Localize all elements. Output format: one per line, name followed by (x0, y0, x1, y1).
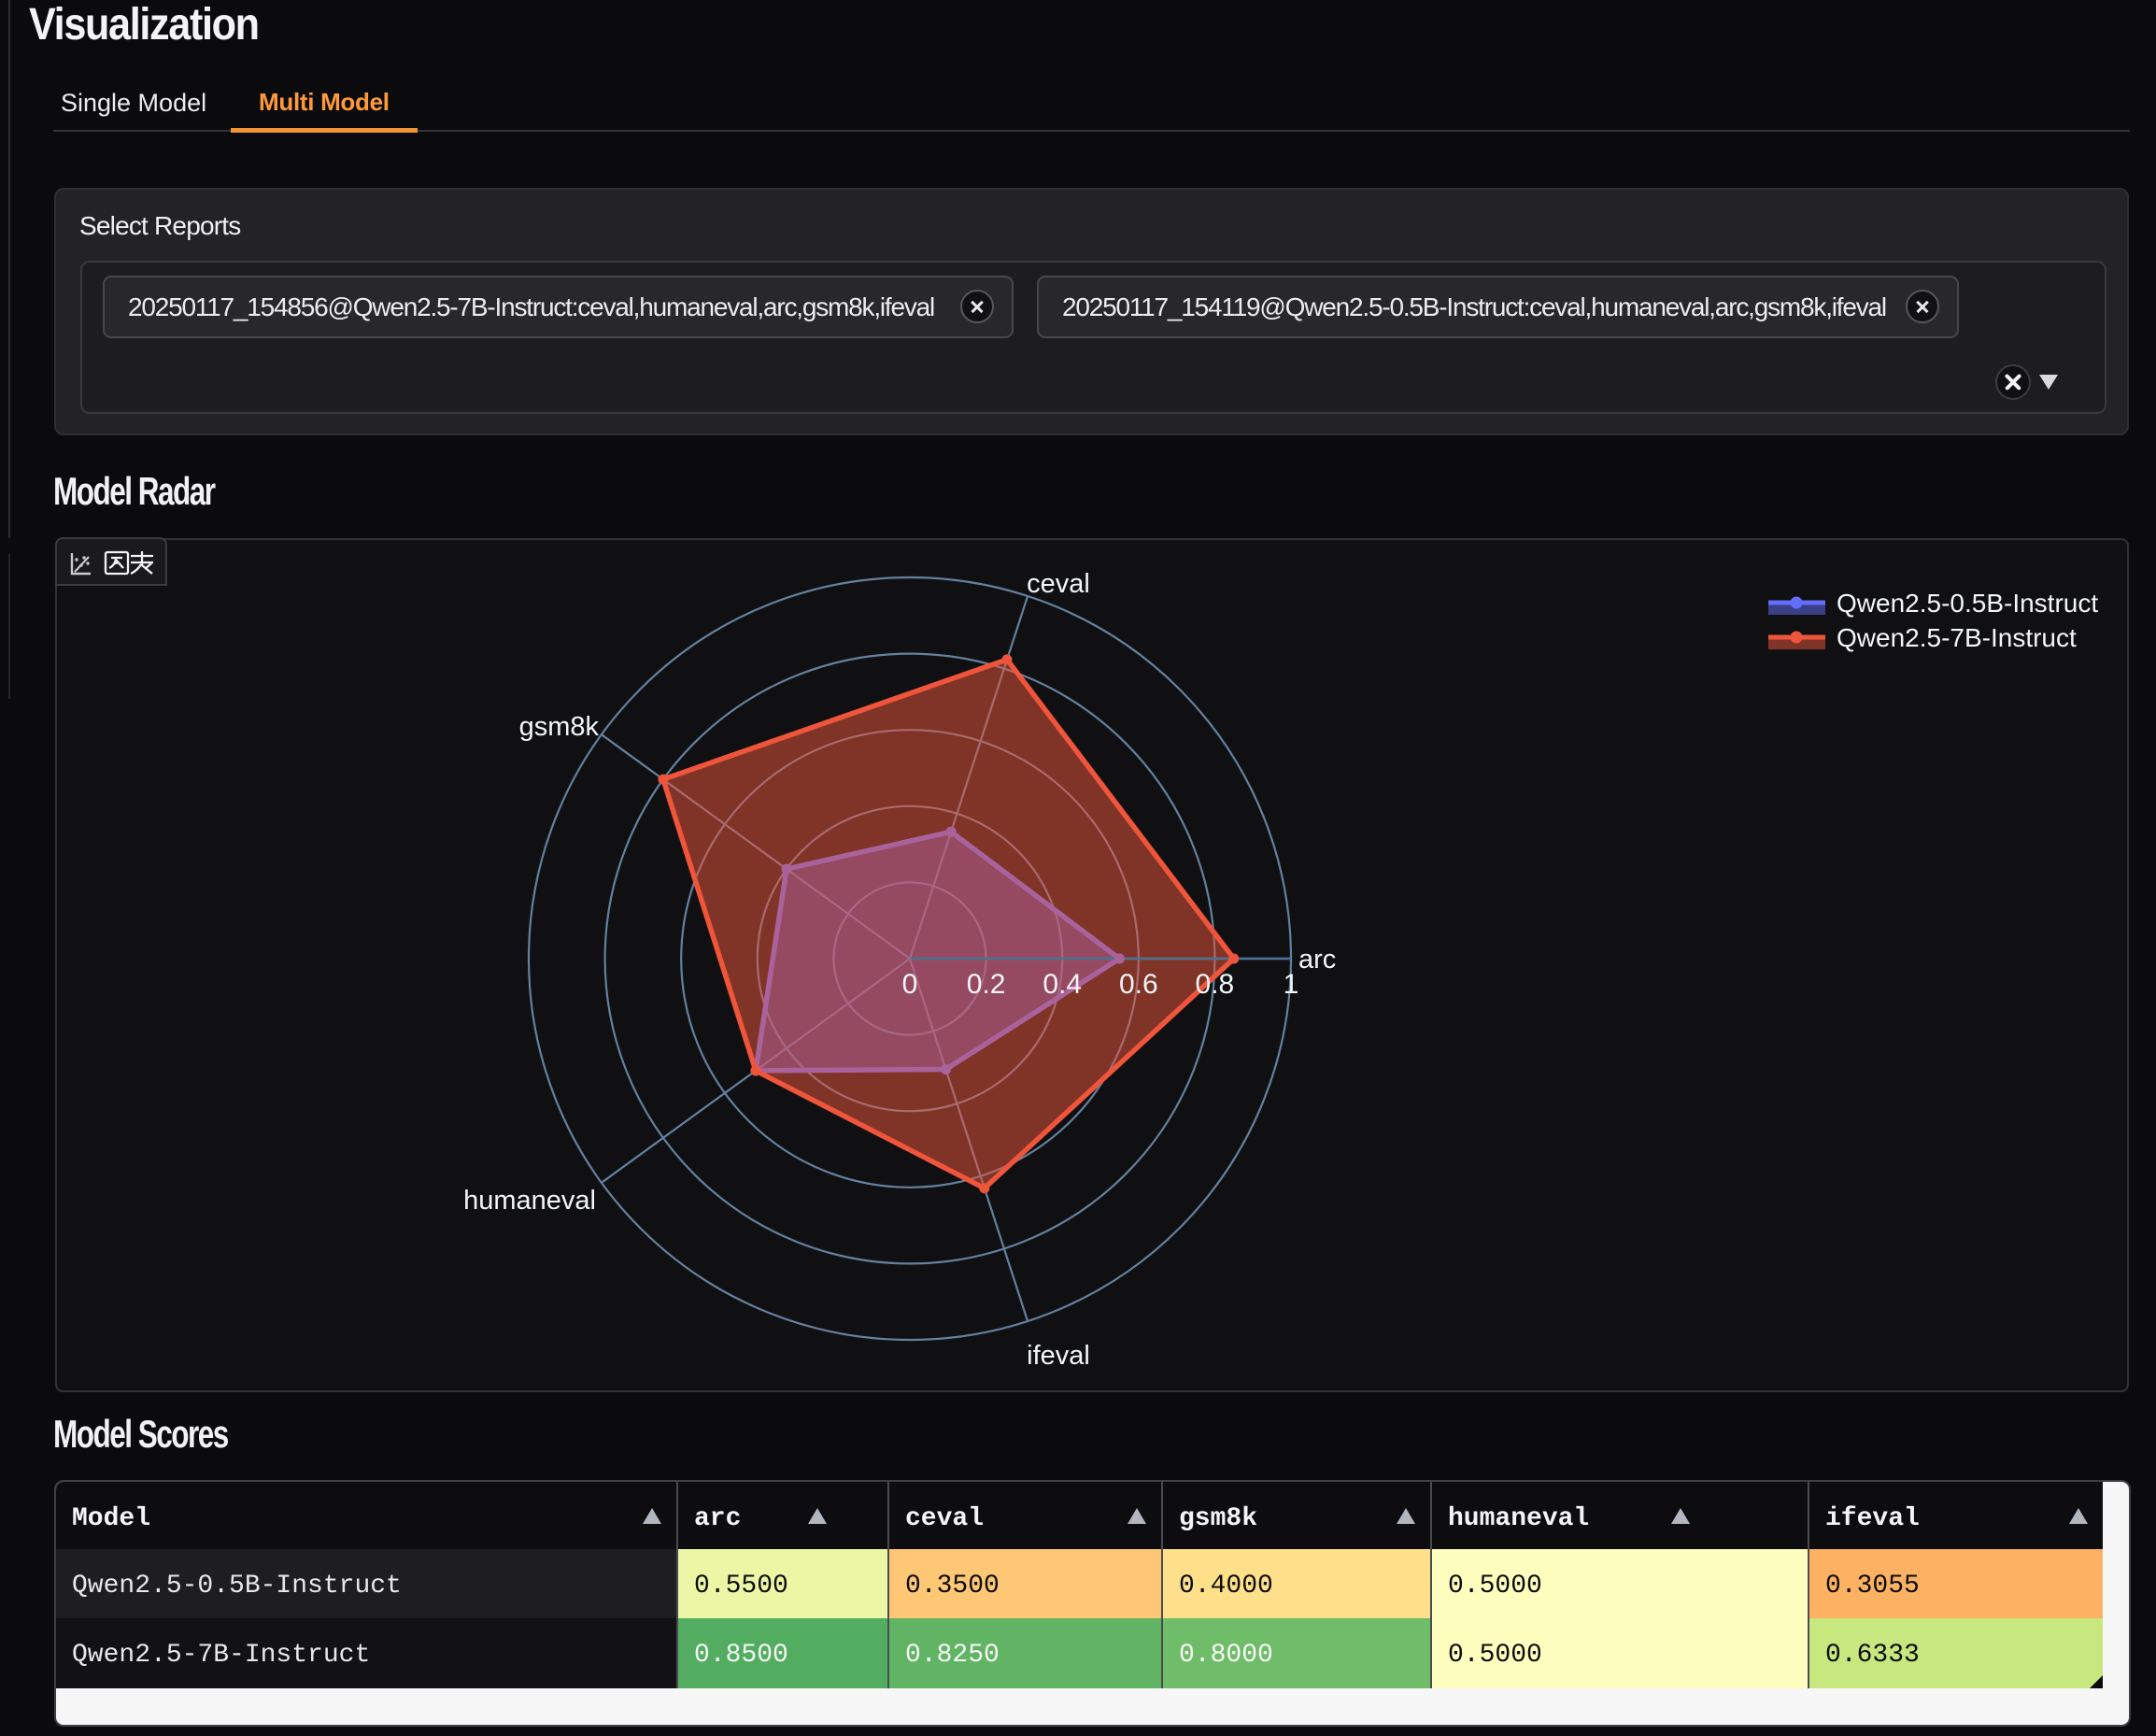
svg-text:Qwen2.5-7B-Instruct: Qwen2.5-7B-Instruct (1837, 623, 2077, 652)
svg-text:0: 0 (902, 969, 918, 1000)
svg-text:ifeval: ifeval (1027, 1341, 1090, 1371)
svg-text:ceval: ceval (1027, 569, 1090, 599)
svg-text:Qwen2.5-0.5B-Instruct: Qwen2.5-0.5B-Instruct (1837, 589, 2098, 618)
svg-text:0.8: 0.8 (1196, 969, 1235, 1000)
svg-text:arc: arc (1298, 945, 1336, 975)
svg-text:0.4: 0.4 (1043, 969, 1082, 1000)
svg-text:1: 1 (1284, 969, 1299, 1000)
svg-text:0.2: 0.2 (967, 969, 1006, 1000)
svg-text:0.6: 0.6 (1119, 969, 1158, 1000)
svg-text:humaneval: humaneval (463, 1186, 596, 1216)
svg-text:gsm8k: gsm8k (519, 712, 600, 742)
